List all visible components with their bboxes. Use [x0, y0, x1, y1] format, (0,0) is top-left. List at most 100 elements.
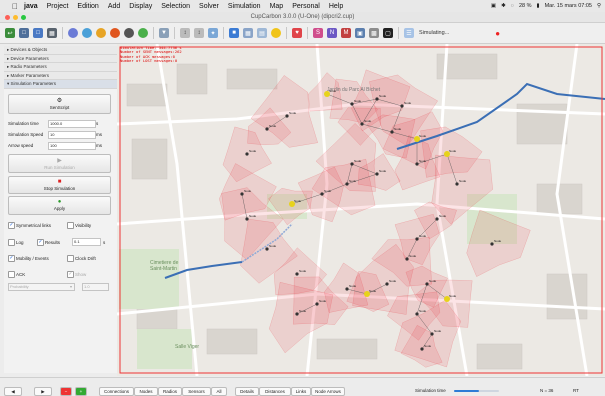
screen-icon[interactable]: ▣ — [491, 3, 496, 9]
map-icon[interactable]: M — [341, 28, 351, 38]
grid-icon[interactable]: ▦ — [243, 28, 253, 38]
section-marker-parameters[interactable]: ▸ Marker Parameters — [4, 71, 117, 80]
clock-drift-label: Clock Drift — [75, 256, 96, 261]
rt-label: RT — [573, 388, 579, 393]
sensors-button[interactable]: Sensors — [182, 387, 211, 396]
apply-button[interactable]: ● Apply — [8, 196, 111, 215]
new-project-icon[interactable]: □ — [19, 28, 29, 38]
simulation-time-label: Simulation time — [8, 121, 39, 126]
links-button[interactable]: Links — [291, 387, 311, 396]
wifi-icon[interactable]: ◌ — [511, 3, 514, 9]
sensor-node-icon[interactable] — [68, 28, 78, 38]
section-devices-objects[interactable]: ▸ Devices & Objects — [4, 46, 117, 55]
move-down-icon[interactable]: ↕ — [194, 28, 204, 38]
node-label: Node — [299, 269, 307, 273]
probability-select[interactable]: Probability ▾ — [8, 283, 75, 291]
arrow-speed-input[interactable]: 100 — [48, 142, 96, 150]
simulation-time-label: Simulation time — [415, 388, 446, 393]
simulation-time-unit: s — [96, 121, 99, 126]
connections-button[interactable]: Connections — [99, 387, 134, 396]
distances-button[interactable]: Distances — [259, 387, 291, 396]
script-icon[interactable]: S — [313, 28, 323, 38]
node-label: Node — [319, 299, 327, 303]
prev-button[interactable]: ◀ — [4, 387, 22, 396]
ack-checkbox[interactable] — [8, 271, 15, 278]
chevron-down-icon: ▾ — [69, 284, 72, 289]
menu-solver[interactable]: Solver — [199, 3, 219, 10]
bluetooth-icon[interactable]: ✱ — [501, 3, 506, 9]
simulation-speed-input[interactable]: 10 — [48, 131, 96, 139]
menu-project[interactable]: Project — [47, 3, 69, 10]
mobile-node-icon[interactable] — [110, 28, 120, 38]
node-label: Node — [269, 124, 277, 128]
node-label: Node — [434, 329, 442, 333]
menu-personal[interactable]: Personal — [292, 3, 320, 10]
results-label: Results — [45, 240, 61, 245]
remove-icon[interactable]: − — [60, 387, 72, 396]
section-device-parameters[interactable]: ▸ Device Parameters — [4, 54, 117, 63]
gas-icon[interactable] — [124, 28, 134, 38]
battery-icon[interactable]: ▮ — [537, 3, 540, 9]
charts-icon[interactable]: ▩ — [369, 28, 379, 38]
clock-drift-checkbox[interactable] — [67, 255, 74, 262]
marker-icon[interactable]: ▼ — [159, 28, 169, 38]
node-label: Node — [354, 99, 362, 103]
back-icon[interactable]: ↩ — [5, 28, 15, 38]
all-button[interactable]: All — [211, 387, 227, 396]
app-menu[interactable]: java — [24, 3, 38, 10]
base-station-icon[interactable] — [82, 28, 92, 38]
script-icon: ⚙ — [56, 98, 63, 104]
probability-value-input[interactable]: 1.0 — [82, 283, 109, 291]
nodes-button[interactable]: Nodes — [134, 387, 158, 396]
save-icon[interactable]: ▦ — [47, 28, 57, 38]
open-project-icon[interactable]: □ — [33, 28, 43, 38]
menu-simulation[interactable]: Simulation — [228, 3, 261, 10]
node-label: Node — [419, 134, 427, 138]
mobility-events-checkbox[interactable]: ✓ — [8, 255, 15, 262]
section-radio-parameters[interactable]: ▸ Radio Parameters — [4, 63, 117, 72]
menu-help[interactable]: Help — [329, 3, 343, 10]
menu-selection[interactable]: Selection — [161, 3, 190, 10]
apple-icon[interactable]:  — [12, 2, 18, 11]
heart-icon[interactable]: ♥ — [292, 28, 302, 38]
visibility-checkbox[interactable] — [67, 222, 74, 229]
simulation-time-input[interactable]: 1000.0 — [48, 120, 96, 128]
route-icon[interactable]: ✦ — [208, 28, 218, 38]
log-checkbox[interactable] — [8, 239, 15, 246]
next-button[interactable]: ▶ — [34, 387, 52, 396]
spotlight-icon[interactable]: ⚲ — [597, 3, 601, 9]
node-label: Node — [244, 189, 252, 193]
run-simulation-button[interactable]: ▶ Run Simulation — [8, 154, 111, 173]
router-node-icon[interactable] — [96, 28, 106, 38]
insect-icon[interactable] — [138, 28, 148, 38]
console-icon[interactable]: ▣ — [355, 28, 365, 38]
node-label: Node — [369, 289, 377, 293]
node-label: Node — [269, 244, 277, 248]
record-icon[interactable]: ● — [495, 29, 500, 38]
energy-icon[interactable] — [271, 28, 281, 38]
results-checkbox[interactable]: ✓ — [37, 239, 44, 246]
results-interval-input[interactable]: 0.1 — [72, 238, 101, 246]
map-label-saint-martin: Saint-Martin — [150, 266, 177, 272]
show-checkbox[interactable]: ✓ — [67, 271, 74, 278]
move-up-icon[interactable]: ↕ — [180, 28, 190, 38]
graph-icon[interactable]: ■ — [229, 28, 239, 38]
menu-map[interactable]: Map — [270, 3, 284, 10]
simulating-label: Simulating... — [419, 30, 450, 36]
map-view[interactable]: Node Node Node Node Node Node Node Node Node Node… — [117, 44, 605, 376]
simulation-icon[interactable]: ☰ — [404, 28, 414, 38]
add-icon[interactable]: + — [75, 387, 87, 396]
menu-add[interactable]: Add — [108, 3, 120, 10]
window-icon[interactable]: ▢ — [383, 28, 393, 38]
node-arrows-button[interactable]: Node Arrows — [311, 387, 345, 396]
radios-button[interactable]: Radios — [158, 387, 182, 396]
menu-display[interactable]: Display — [129, 3, 152, 10]
menu-edition[interactable]: Edition — [77, 3, 98, 10]
natural-events-icon[interactable]: N — [327, 28, 337, 38]
senscript-button[interactable]: ⚙ SenScript — [8, 94, 111, 114]
symmetrical-links-checkbox[interactable]: ✓ — [8, 222, 15, 229]
stop-simulation-button[interactable]: ■ Stop Simulation — [8, 176, 111, 194]
table-icon[interactable]: ▤ — [257, 28, 267, 38]
details-button[interactable]: Details — [235, 387, 259, 396]
section-simulation-parameters[interactable]: ▾ Simulation Parameters — [4, 80, 117, 89]
